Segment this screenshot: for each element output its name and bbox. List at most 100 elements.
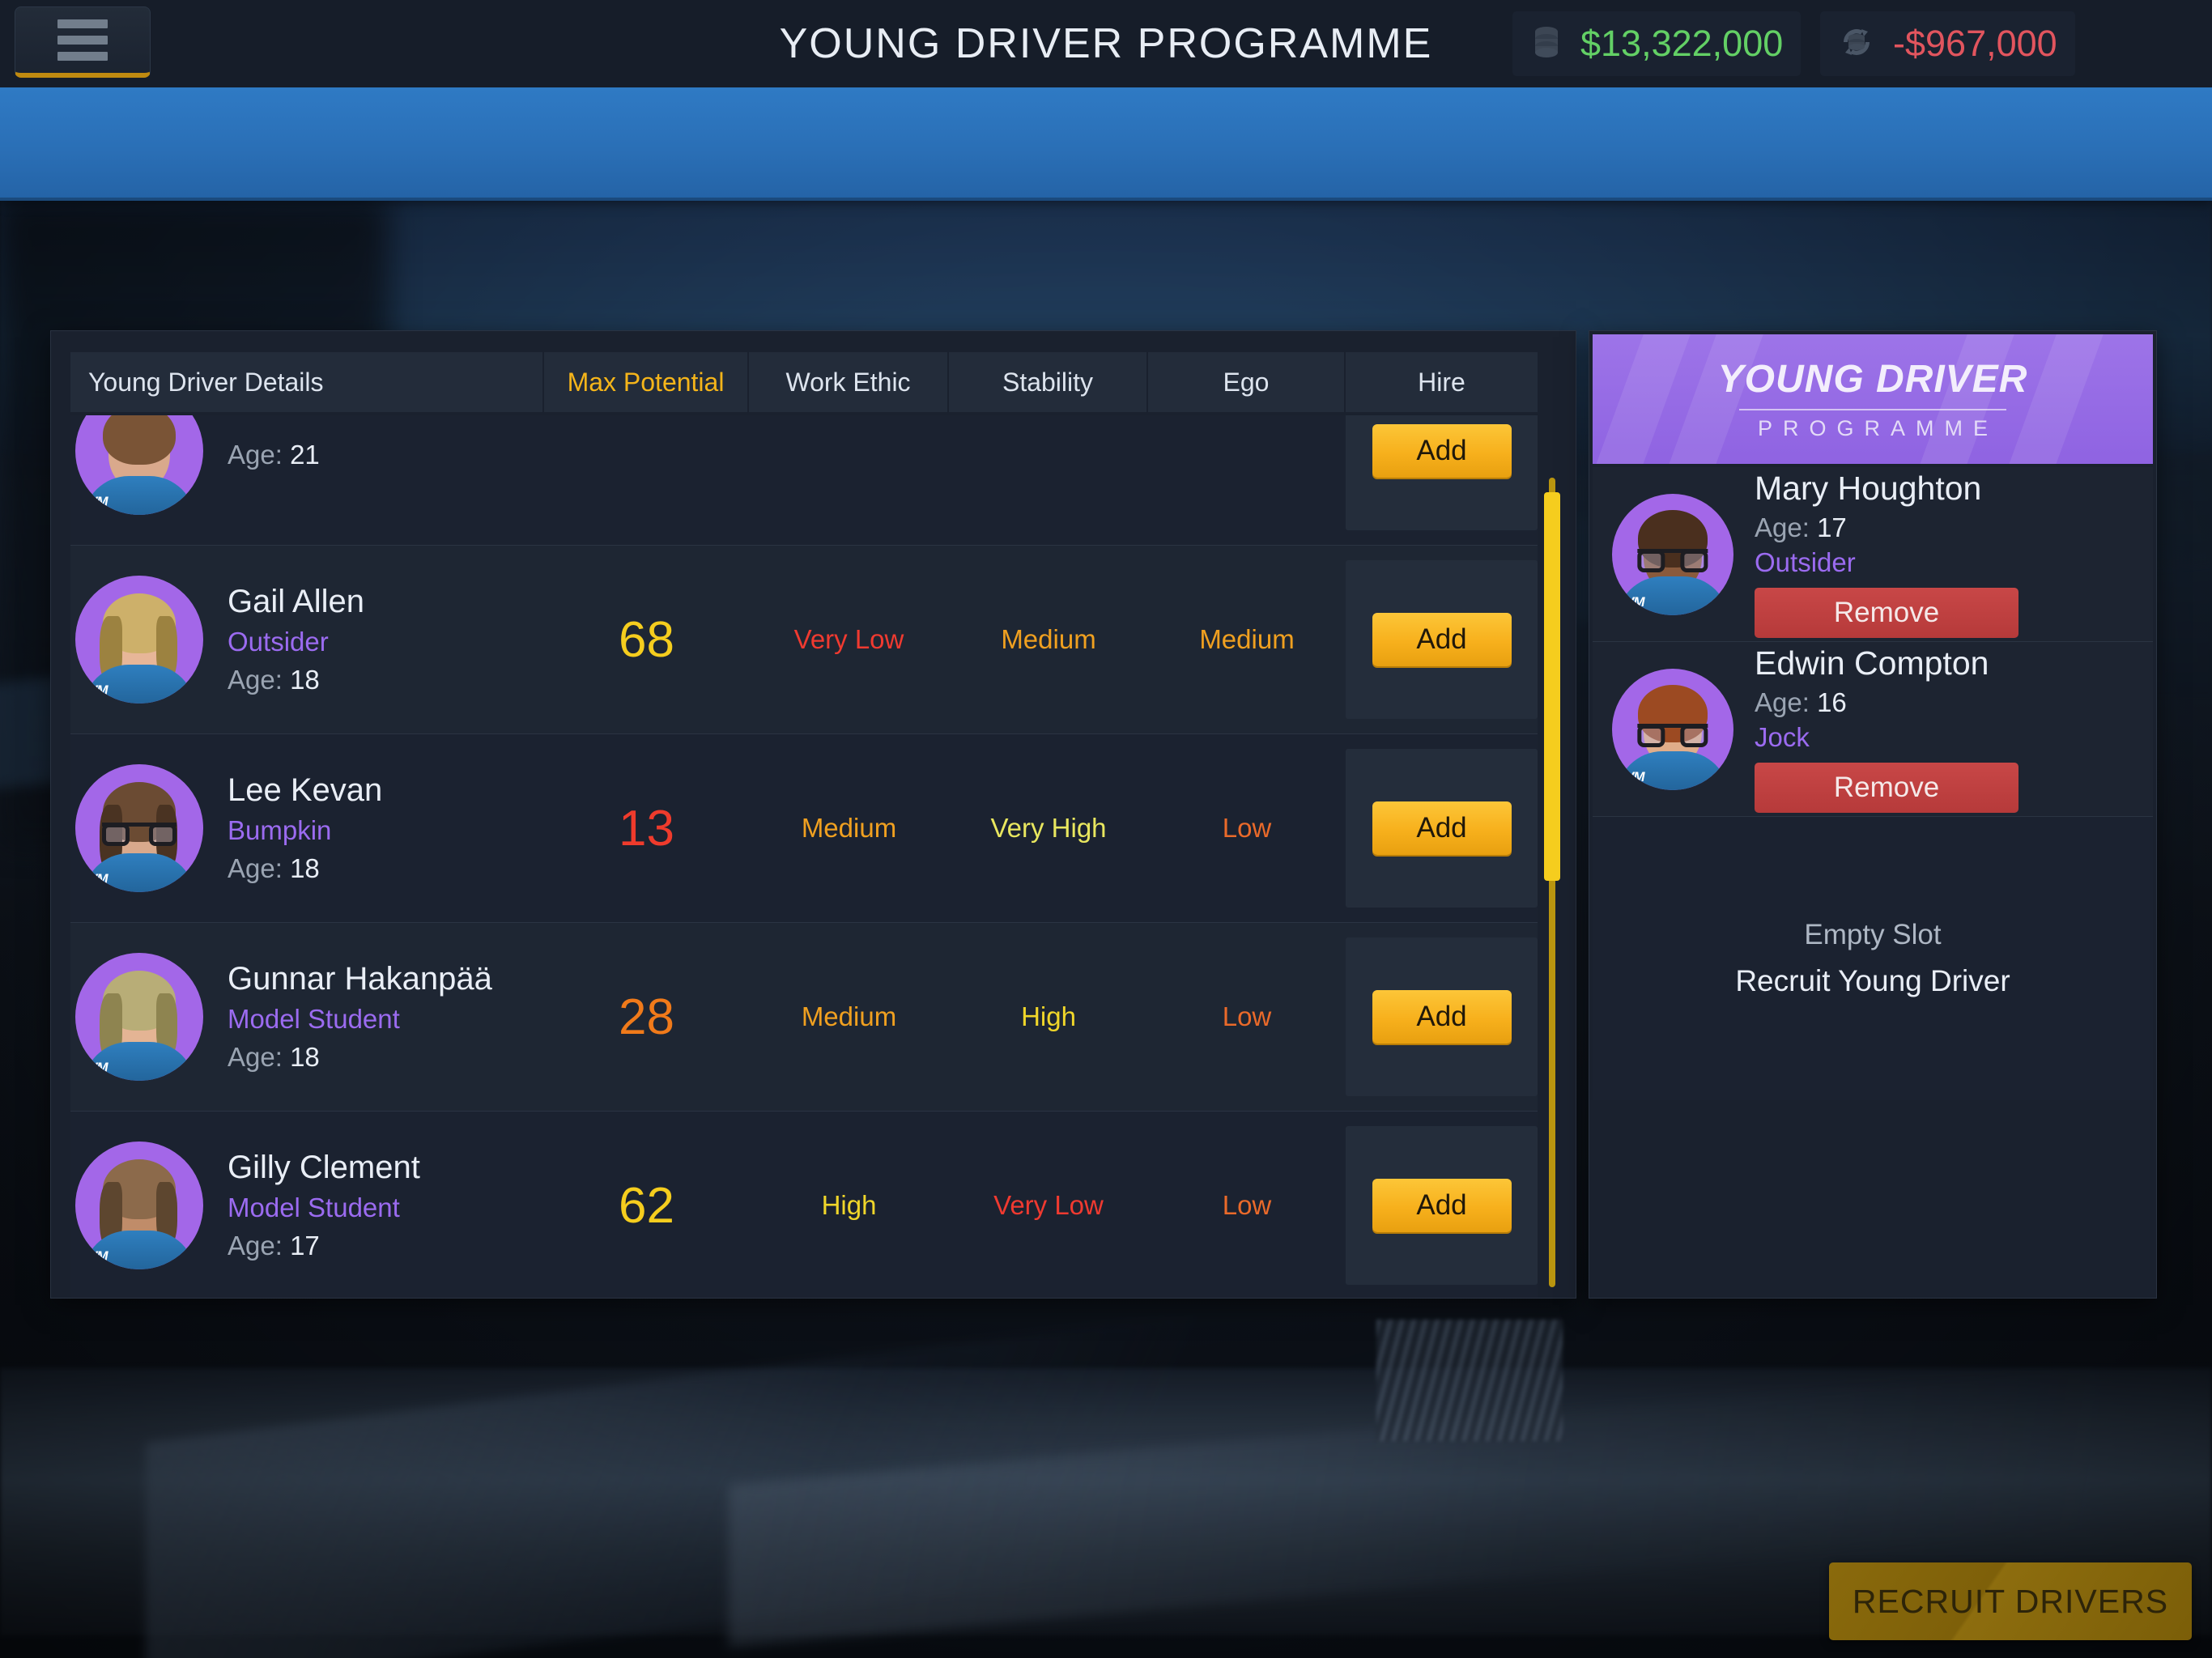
remove-driver-button[interactable]: Remove xyxy=(1755,763,2018,814)
table-row[interactable]: VM Gilly Clement Model Student Age: 17 62 Hig… xyxy=(70,1112,1538,1298)
hire-cell: Add xyxy=(1346,415,1538,530)
driver-text-block: Gunnar Hakanpää Model Student Age: 18 xyxy=(228,961,492,1073)
driver-rows-list: VM Age: 21 Add VM Gail Allen Outsider Age: 18 6… xyxy=(70,415,1538,1298)
column-header-max-potential[interactable]: Max Potential xyxy=(544,352,749,412)
driver-text-block: Gail Allen Outsider Age: 18 xyxy=(228,584,364,695)
driver-trait: Model Student xyxy=(228,1192,400,1222)
programme-empty-slot[interactable]: Empty Slot Recruit Young Driver xyxy=(1593,817,2153,1100)
driver-age: Age: 18 xyxy=(228,1041,492,1073)
driver-details-cell: VM Lee Kevan Bumpkin Age: 18 xyxy=(70,764,544,892)
driver-age-label: Age: xyxy=(228,439,283,470)
driver-age-value: 18 xyxy=(290,664,320,695)
recruit-drivers-button[interactable]: RECRUIT DRIVERS xyxy=(1829,1562,2192,1640)
cash-balance-chip: $13,322,000 xyxy=(1512,11,1802,76)
driver-age-value: 21 xyxy=(290,439,320,470)
coins-stack-icon xyxy=(1530,24,1563,64)
table-row[interactable]: VM Gail Allen Outsider Age: 18 68 Very Low Med… xyxy=(70,546,1538,734)
driver-name: Lee Kevan xyxy=(228,772,383,809)
programme-slot: VM Mary Houghton Age: 17 Outsider Remove xyxy=(1593,467,2153,642)
table-column-headers: Young Driver Details Max Potential Work … xyxy=(70,352,1538,412)
driver-stability: High xyxy=(1021,1001,1076,1031)
driver-name: Gilly Clement xyxy=(228,1150,420,1186)
driver-details-cell: VM Age: 21 xyxy=(70,415,544,515)
hire-cell: Add xyxy=(1346,560,1538,719)
slot-driver-age: Age: 17 xyxy=(1755,512,2018,543)
programme-banner: YOUNG DRIVER PROGRAMME xyxy=(1593,334,2153,464)
table-row[interactable]: VM Gunnar Hakanpää Model Student Age: 18 28 M… xyxy=(70,923,1538,1112)
driver-age-value: 18 xyxy=(290,1041,320,1072)
add-driver-button[interactable]: Add xyxy=(1372,990,1512,1044)
column-header-details[interactable]: Young Driver Details xyxy=(70,352,544,412)
column-header-stability[interactable]: Stability xyxy=(949,352,1148,412)
column-header-ego[interactable]: Ego xyxy=(1148,352,1346,412)
hire-cell: Add xyxy=(1346,937,1538,1096)
avatar: VM xyxy=(75,415,203,515)
column-header-work-ethic[interactable]: Work Ethic xyxy=(749,352,949,412)
avatar: VM xyxy=(75,764,203,892)
add-driver-button[interactable]: Add xyxy=(1372,424,1512,478)
slot-text-block: Edwin Compton Age: 16 Jock Remove xyxy=(1755,644,2018,814)
column-header-hire[interactable]: Hire xyxy=(1346,352,1538,412)
accent-banner-strip xyxy=(0,87,2212,201)
driver-work-ethic: Very Low xyxy=(793,624,904,654)
driver-age-value: 17 xyxy=(290,1230,320,1261)
slot-age-label: Age: xyxy=(1755,512,1810,542)
programme-slot-list: VM Mary Houghton Age: 17 Outsider Remove VM Ed… xyxy=(1589,467,2156,1100)
driver-text-block: Age: 21 xyxy=(228,432,320,470)
driver-details-cell: VM Gail Allen Outsider Age: 18 xyxy=(70,576,544,704)
young-driver-programme-panel: YOUNG DRIVER PROGRAMME VM Mary Houghton Ag… xyxy=(1589,330,2157,1299)
driver-text-block: Gilly Clement Model Student Age: 17 xyxy=(228,1150,420,1261)
driver-text-block: Lee Kevan Bumpkin Age: 18 xyxy=(228,772,382,884)
slot-driver-age: Age: 16 xyxy=(1755,687,2018,718)
table-row[interactable]: VM Lee Kevan Bumpkin Age: 18 13 Medium Very Hi… xyxy=(70,734,1538,923)
driver-rows-viewport: VM Age: 21 Add VM Gail Allen Outsider Age: 18 6… xyxy=(70,415,1538,1298)
driver-trait: Outsider xyxy=(228,626,329,657)
driver-age-label: Age: xyxy=(228,664,283,695)
banner-title: YOUNG DRIVER xyxy=(1717,358,2028,401)
slot-driver-trait: Outsider xyxy=(1755,547,1856,578)
driver-age: Age: 17 xyxy=(228,1231,420,1261)
driver-trait: Bumpkin xyxy=(228,814,332,845)
driver-max-potential: 68 xyxy=(619,611,674,668)
table-row[interactable]: VM Age: 21 Add xyxy=(70,415,1538,546)
driver-age: Age: 18 xyxy=(228,665,364,695)
avatar: VM xyxy=(75,953,203,1081)
slot-age-value: 16 xyxy=(1817,687,1847,717)
driver-name: Gail Allen xyxy=(228,584,364,620)
cash-flow-chip: -$967,000 xyxy=(1820,11,2075,76)
driver-ego: Low xyxy=(1222,1001,1272,1031)
driver-age-label: Age: xyxy=(228,1230,283,1261)
driver-max-potential: 13 xyxy=(619,800,674,857)
driver-ego: Medium xyxy=(1199,624,1295,654)
cash-flow-value: -$967,000 xyxy=(1893,23,2057,64)
driver-age: Age: 18 xyxy=(228,853,382,884)
cash-balance-value: $13,322,000 xyxy=(1580,23,1784,64)
driver-stability: Very Low xyxy=(993,1190,1104,1220)
banner-subtitle: PROGRAMME xyxy=(1757,416,1998,440)
driver-work-ethic: High xyxy=(821,1190,877,1220)
empty-slot-subtitle: Recruit Young Driver xyxy=(1735,964,2010,997)
driver-max-potential: 62 xyxy=(619,1177,674,1234)
avatar: VM xyxy=(1612,493,1733,615)
driver-ego: Low xyxy=(1222,813,1272,843)
add-driver-button[interactable]: Add xyxy=(1372,613,1512,666)
empty-slot-title: Empty Slot xyxy=(1804,919,1942,950)
slot-age-value: 17 xyxy=(1817,512,1847,542)
driver-age-label: Age: xyxy=(228,1041,283,1072)
add-driver-button[interactable]: Add xyxy=(1372,801,1512,855)
remove-driver-button[interactable]: Remove xyxy=(1755,588,2018,639)
slot-driver-name: Edwin Compton xyxy=(1755,644,1989,682)
driver-list-scrollbar-thumb[interactable] xyxy=(1544,492,1560,881)
slot-text-block: Mary Houghton Age: 17 Outsider Remove xyxy=(1755,470,2018,639)
driver-ego: Low xyxy=(1222,1190,1272,1220)
young-driver-list-panel: Young Driver Details Max Potential Work … xyxy=(50,330,1576,1299)
cash-flow-icon xyxy=(1838,23,1875,65)
driver-age: Age: 21 xyxy=(228,440,320,470)
avatar: VM xyxy=(75,576,203,704)
driver-name: Gunnar Hakanpää xyxy=(228,961,492,997)
hire-cell: Add xyxy=(1346,1126,1538,1285)
programme-slot: VM Edwin Compton Age: 16 Jock Remove xyxy=(1593,642,2153,817)
driver-work-ethic: Medium xyxy=(801,813,897,843)
driver-trait: Model Student xyxy=(228,1003,400,1034)
add-driver-button[interactable]: Add xyxy=(1372,1179,1512,1232)
